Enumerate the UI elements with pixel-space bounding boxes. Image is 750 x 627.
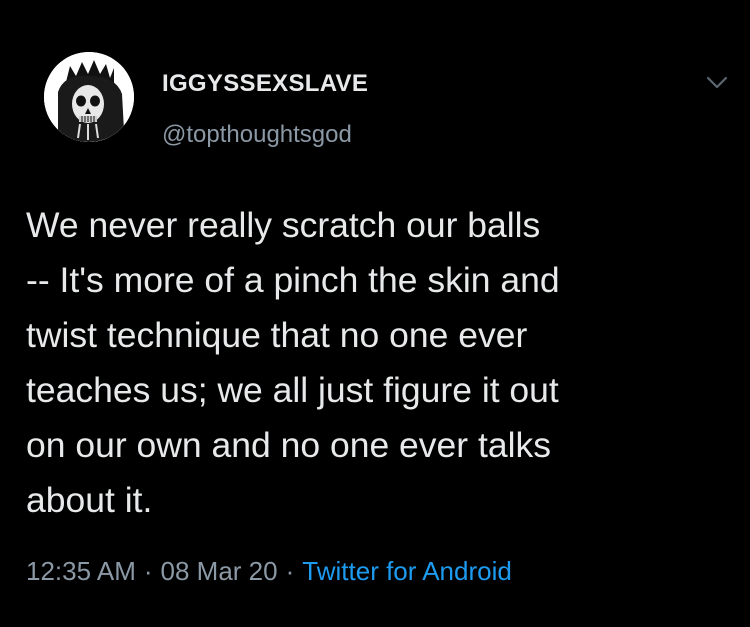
tweet-text-line: on our own and no one ever talks <box>26 425 551 465</box>
tweet-text-line: about it. <box>26 480 153 520</box>
skull-avatar-icon <box>44 52 134 142</box>
tweet-text-line: twist technique that no one ever <box>26 315 528 355</box>
tweet-metadata: 12:35 AM · 08 Mar 20 · Twitter for Android <box>26 556 512 587</box>
tweet-source-link[interactable]: Twitter for Android <box>302 556 512 586</box>
display-name[interactable]: IGGYSSEXSLAVE <box>162 70 368 98</box>
tweet-card: IGGYSSEXSLAVE @topthoughtsgod We never r… <box>0 0 750 627</box>
tweet-date[interactable]: 08 Mar 20 <box>161 556 278 586</box>
tweet-text-line: -- It's more of a pinch the skin and <box>26 260 560 300</box>
tweet-time[interactable]: 12:35 AM <box>26 556 136 586</box>
tweet-text-line: We never really scratch our balls <box>26 205 541 245</box>
user-handle[interactable]: @topthoughtsgod <box>162 121 352 149</box>
tweet-text: We never really scratch our balls -- It'… <box>26 198 731 528</box>
avatar[interactable] <box>44 52 134 142</box>
tweet-text-line: teaches us; we all just figure it out <box>26 370 559 410</box>
chevron-down-icon[interactable] <box>704 72 730 92</box>
separator-dot: · <box>285 556 295 586</box>
separator-dot: · <box>143 556 153 586</box>
